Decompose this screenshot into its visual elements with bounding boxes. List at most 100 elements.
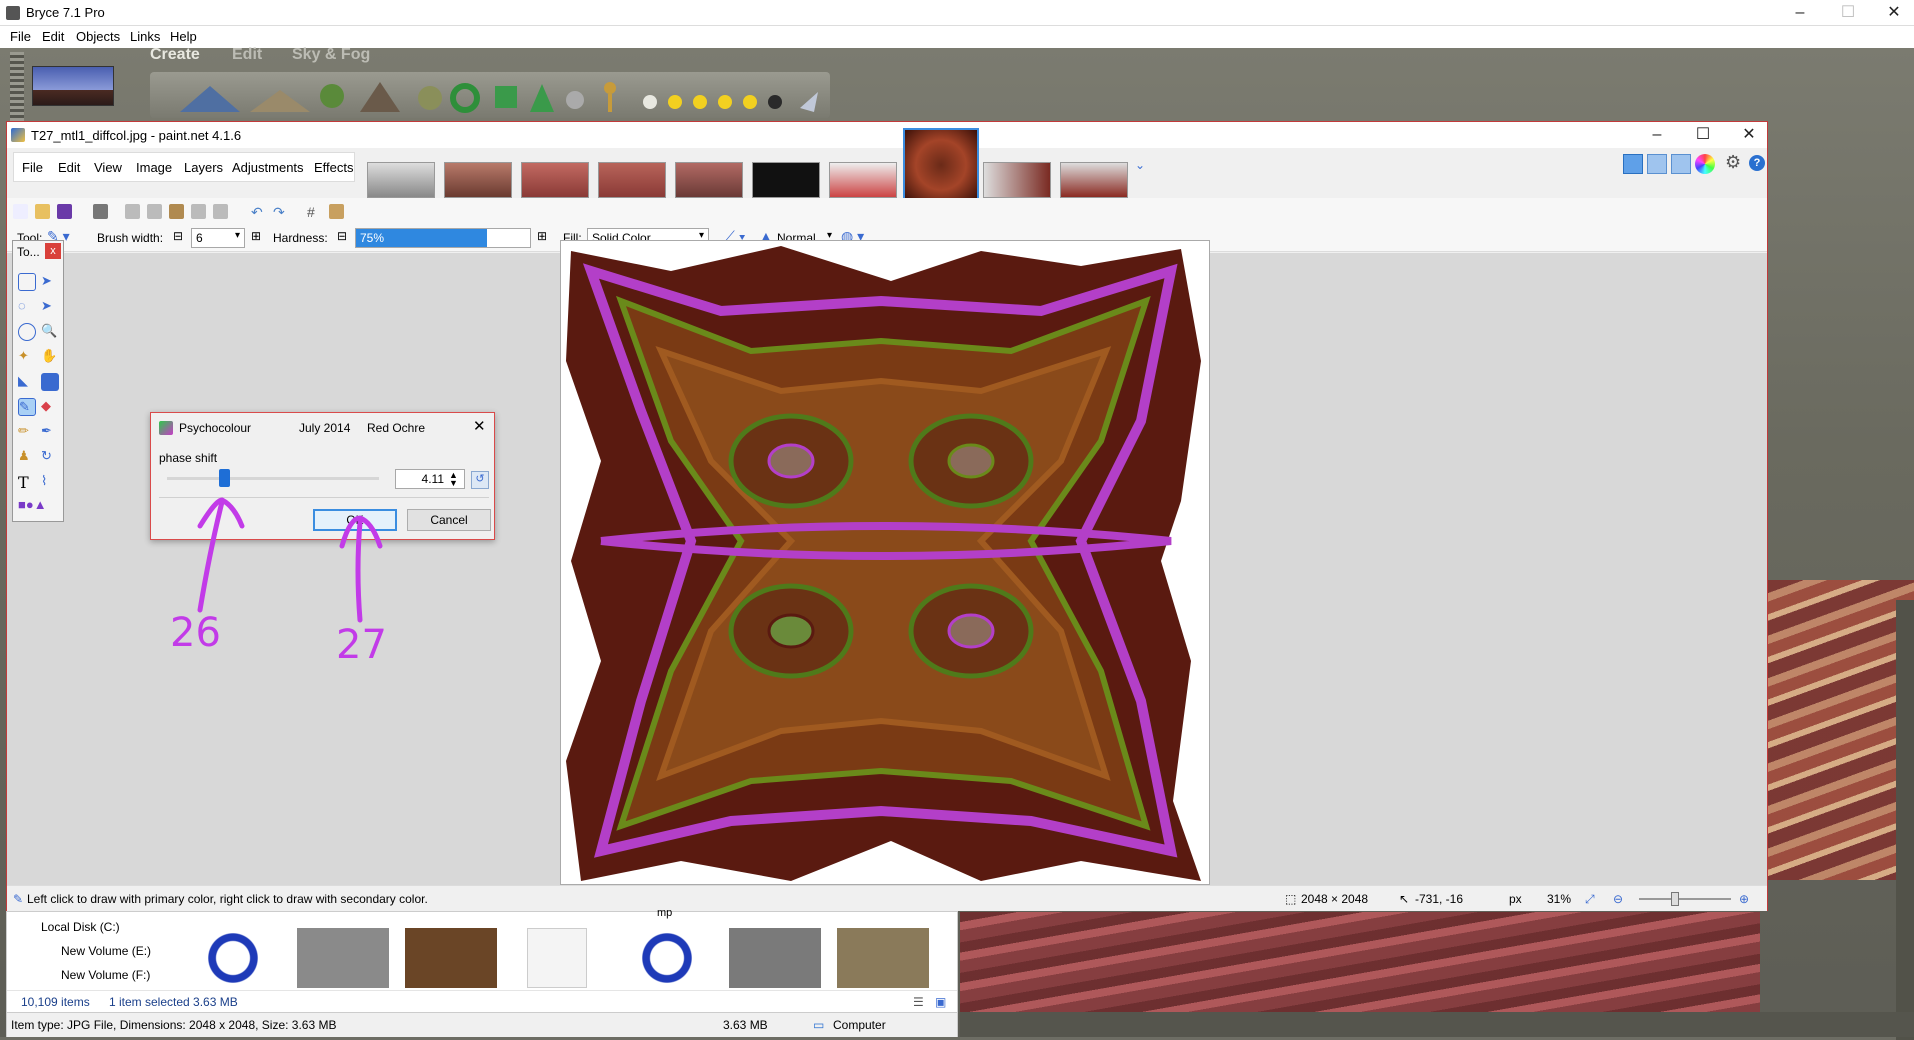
pencil-icon[interactable]: ✏ [18, 423, 36, 441]
increase-icon[interactable]: ⊞ [537, 229, 547, 243]
phase-shift-track[interactable] [167, 477, 379, 480]
zoom-icon[interactable]: 🔍 [41, 323, 59, 341]
decrease-icon[interactable]: ⊟ [337, 229, 347, 243]
zoom-slider-thumb[interactable] [1671, 892, 1679, 906]
image-tab[interactable] [829, 162, 897, 198]
nav-item-local-disk-c[interactable]: Local Disk (C:) [41, 920, 120, 934]
image-tab[interactable] [444, 162, 512, 198]
zoom-level[interactable]: 31% [1547, 892, 1571, 906]
zoom-out-icon[interactable]: ⊖ [1613, 892, 1623, 906]
shapes-icon[interactable]: ■●▲ [18, 497, 58, 515]
text-icon[interactable]: T [18, 473, 36, 492]
line-curve-icon[interactable]: ⌇ [41, 473, 59, 491]
paint-bucket-icon[interactable]: ◣ [18, 373, 36, 391]
grid-icon[interactable]: # [307, 204, 322, 220]
help-icon[interactable]: ? [1749, 155, 1765, 171]
image-tab[interactable] [1060, 162, 1128, 198]
pan-icon[interactable]: ✋ [41, 348, 59, 366]
cut-icon[interactable] [125, 204, 140, 219]
menu-image[interactable]: Image [136, 160, 172, 175]
tab-edit[interactable]: Edit [232, 46, 262, 64]
image-tab-active[interactable] [903, 128, 979, 202]
ellipse-select-icon[interactable] [18, 323, 36, 341]
eraser-icon[interactable]: ◆ [41, 398, 59, 416]
menu-view[interactable]: View [94, 160, 122, 175]
bryce-menu-file[interactable]: File [10, 29, 31, 44]
deselect-icon[interactable] [213, 204, 228, 219]
file-thumbnail[interactable] [729, 928, 821, 988]
spin-arrows-icon[interactable]: ▲ ▼ [449, 471, 458, 488]
bryce-nano-preview[interactable] [32, 66, 114, 106]
image-tab[interactable] [367, 162, 435, 198]
zoom-slider[interactable] [1639, 898, 1731, 900]
tabs-overflow-icon[interactable]: ⌄ [1135, 158, 1145, 172]
image-tab[interactable] [521, 162, 589, 198]
undo-icon[interactable]: ↶ [251, 204, 266, 220]
file-thumbnail[interactable] [187, 928, 279, 988]
move-selected-icon[interactable]: ➤ [41, 273, 59, 291]
save-icon[interactable] [57, 204, 72, 219]
dialog-close-icon[interactable]: ✕ [473, 417, 486, 435]
bryce-right-controls[interactable] [1896, 600, 1914, 1040]
units[interactable]: px [1509, 892, 1522, 906]
bryce-bottom-toolbar[interactable] [960, 1012, 1914, 1037]
gear-icon[interactable]: ⚙ [1725, 152, 1741, 173]
menu-adjustments[interactable]: Adjustments [232, 160, 304, 175]
maximize-icon[interactable]: ☐ [1828, 3, 1868, 23]
file-thumbnail[interactable] [405, 928, 497, 988]
nav-item-new-volume-e[interactable]: New Volume (E:) [61, 944, 151, 958]
tab-create[interactable]: Create [150, 46, 200, 64]
close-icon[interactable]: ✕ [1874, 3, 1914, 23]
bryce-create-palette[interactable] [150, 72, 830, 118]
paintbrush-tool-icon[interactable]: ✎ [18, 398, 36, 416]
tools-window-icon[interactable] [1623, 154, 1643, 174]
cancel-button[interactable]: Cancel [407, 509, 491, 531]
clone-stamp-icon[interactable]: ♟ [18, 448, 36, 466]
menu-edit[interactable]: Edit [58, 160, 80, 175]
color-picker-icon[interactable]: ✒ [41, 423, 59, 441]
image-tab[interactable] [598, 162, 666, 198]
minimize-icon[interactable]: – [1637, 125, 1677, 145]
thumbnail-view-icon[interactable]: ▣ [935, 995, 946, 1009]
redo-icon[interactable]: ↷ [273, 204, 288, 220]
file-thumbnail[interactable] [621, 928, 713, 988]
zoom-in-icon[interactable]: ⊕ [1739, 892, 1749, 906]
file-thumbnail[interactable] [837, 928, 929, 988]
magic-wand-icon[interactable]: ✦ [18, 348, 36, 366]
increase-icon[interactable]: ⊞ [251, 229, 261, 243]
phase-shift-slider-thumb[interactable] [219, 469, 231, 487]
recolor-icon[interactable]: ↻ [41, 448, 59, 466]
bryce-menu-help[interactable]: Help [170, 29, 197, 44]
menu-file[interactable]: File [22, 160, 43, 175]
image-tab[interactable] [675, 162, 743, 198]
file-thumbnail[interactable] [527, 928, 587, 988]
tools-palette-close[interactable]: x [45, 243, 61, 259]
gradient-icon[interactable] [41, 373, 59, 391]
close-icon[interactable]: ✕ [1729, 125, 1769, 145]
move-selection-icon[interactable]: ➤ [41, 298, 59, 316]
tab-sky-fog[interactable]: Sky & Fog [292, 46, 370, 64]
copy-icon[interactable] [147, 204, 162, 219]
paste-icon[interactable] [169, 204, 184, 219]
bryce-side-handle[interactable] [10, 52, 24, 122]
menu-effects[interactable]: Effects [314, 160, 354, 175]
bryce-menu-links[interactable]: Links [130, 29, 160, 44]
details-view-icon[interactable]: ☰ [913, 995, 924, 1009]
image-tab[interactable] [752, 162, 820, 198]
menu-layers[interactable]: Layers [184, 160, 223, 175]
open-icon[interactable] [35, 204, 50, 219]
colors-window-icon[interactable] [1695, 154, 1715, 174]
nav-item-new-volume-f[interactable]: New Volume (F:) [61, 968, 150, 982]
image-tab[interactable] [983, 162, 1051, 198]
lasso-select-icon[interactable]: ◌ [18, 298, 36, 316]
new-icon[interactable] [13, 204, 28, 219]
minimize-icon[interactable]: – [1780, 3, 1820, 23]
maximize-icon[interactable]: ☐ [1683, 125, 1723, 145]
reset-icon[interactable]: ↺ [471, 471, 489, 489]
print-icon[interactable] [93, 204, 108, 219]
decrease-icon[interactable]: ⊟ [173, 229, 183, 243]
brush-width-combo[interactable]: 6 ▾ [191, 228, 245, 248]
zoom-fit-icon[interactable]: ⤢ [1585, 892, 1595, 907]
file-thumbnail[interactable] [297, 928, 389, 988]
history-window-icon[interactable] [1647, 154, 1667, 174]
